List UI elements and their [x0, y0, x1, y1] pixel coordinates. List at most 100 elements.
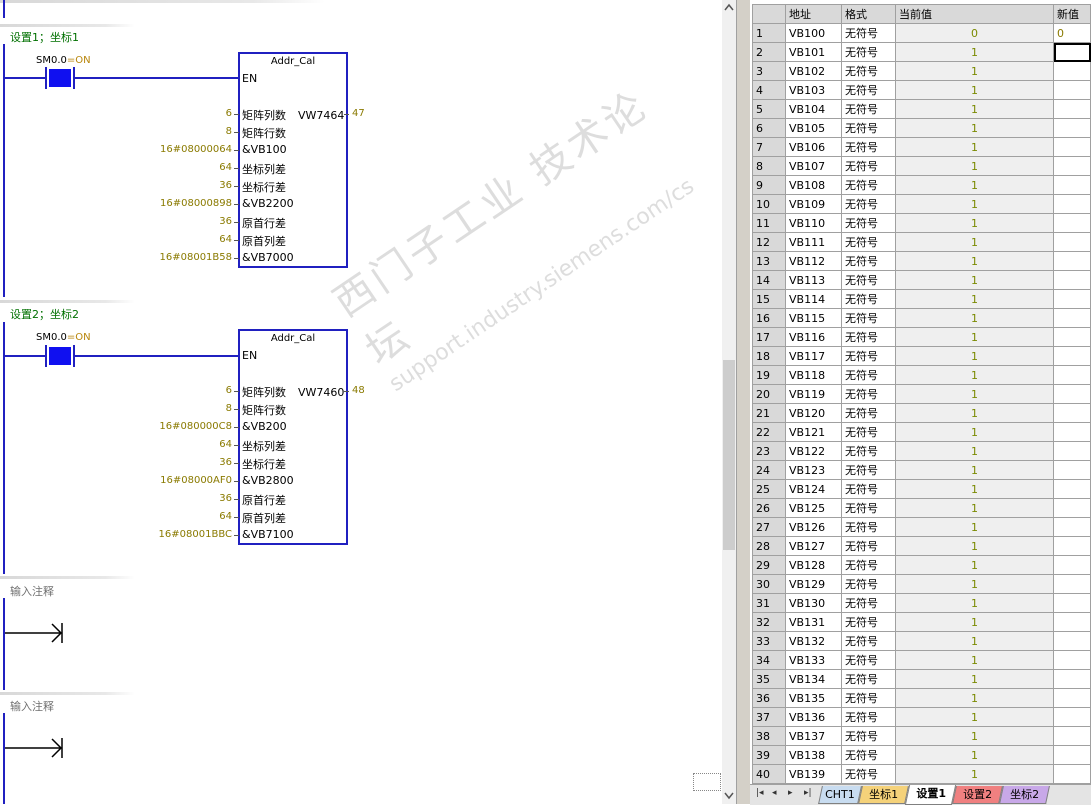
row-number[interactable]: 3 — [752, 61, 786, 81]
row-number[interactable]: 6 — [752, 118, 786, 138]
row-number[interactable]: 20 — [752, 384, 786, 404]
row-number[interactable]: 36 — [752, 688, 786, 708]
row-number[interactable]: 28 — [752, 536, 786, 556]
address-cell[interactable]: VB128 — [785, 555, 842, 575]
table-row[interactable]: 26 VB125 无符号 1 — [752, 498, 1091, 518]
chart-tab-bar[interactable]: |◂ ◂ ▸ ▸| CHT1 坐标1 设置1 设置2 坐标2 — [750, 784, 1091, 805]
row-number[interactable]: 14 — [752, 270, 786, 290]
row-number[interactable]: 21 — [752, 403, 786, 423]
column-header[interactable]: 格式 — [841, 4, 896, 24]
address-cell[interactable]: VB131 — [785, 612, 842, 632]
table-row[interactable]: 8 VB107 无符号 1 — [752, 156, 1091, 176]
format-cell[interactable]: 无符号 — [841, 460, 896, 480]
format-cell[interactable]: 无符号 — [841, 251, 896, 271]
table-row[interactable]: 29 VB128 无符号 1 — [752, 555, 1091, 575]
address-cell[interactable]: VB108 — [785, 175, 842, 195]
address-cell[interactable]: VB132 — [785, 631, 842, 651]
new-value-cell[interactable] — [1053, 213, 1091, 233]
new-value-cell[interactable] — [1053, 669, 1091, 689]
format-cell[interactable]: 无符号 — [841, 289, 896, 309]
new-value-cell[interactable] — [1053, 156, 1091, 176]
address-cell[interactable]: VB121 — [785, 422, 842, 442]
address-cell[interactable]: VB126 — [785, 517, 842, 537]
row-number[interactable]: 9 — [752, 175, 786, 195]
tab-3[interactable]: 设置1 — [904, 785, 957, 805]
table-row[interactable]: 37 VB136 无符号 1 — [752, 707, 1091, 727]
table-row[interactable]: 9 VB108 无符号 1 — [752, 175, 1091, 195]
current-value-cell[interactable]: 1 — [895, 555, 1054, 575]
contact-2-label[interactable]: SM0.0=ON — [36, 332, 91, 343]
current-value-cell[interactable]: 1 — [895, 650, 1054, 670]
network-1-title[interactable]: 设置1；坐标1 — [10, 29, 79, 45]
table-row[interactable]: 22 VB121 无符号 1 — [752, 422, 1091, 442]
address-cell[interactable]: VB127 — [785, 536, 842, 556]
new-value-cell[interactable] — [1053, 517, 1091, 537]
table-row[interactable]: 15 VB114 无符号 1 — [752, 289, 1091, 309]
address-cell[interactable]: VB133 — [785, 650, 842, 670]
format-cell[interactable]: 无符号 — [841, 99, 896, 119]
current-value-cell[interactable]: 1 — [895, 422, 1054, 442]
format-cell[interactable]: 无符号 — [841, 441, 896, 461]
table-row[interactable]: 18 VB117 无符号 1 — [752, 346, 1091, 366]
table-row[interactable]: 10 VB109 无符号 1 — [752, 194, 1091, 214]
table-row[interactable]: 35 VB134 无符号 1 — [752, 669, 1091, 689]
address-cell[interactable]: VB137 — [785, 726, 842, 746]
current-value-cell[interactable]: 1 — [895, 118, 1054, 138]
row-number[interactable]: 12 — [752, 232, 786, 252]
address-cell[interactable]: VB100 — [785, 23, 842, 43]
address-cell[interactable]: VB111 — [785, 232, 842, 252]
address-cell[interactable]: VB102 — [785, 61, 842, 81]
parameter-value[interactable]: 8 — [226, 126, 232, 137]
row-number[interactable]: 2 — [752, 42, 786, 62]
table-row[interactable]: 33 VB132 无符号 1 — [752, 631, 1091, 651]
current-value-cell[interactable]: 1 — [895, 384, 1054, 404]
format-cell[interactable]: 无符号 — [841, 498, 896, 518]
current-value-cell[interactable]: 1 — [895, 99, 1054, 119]
table-row[interactable]: 13 VB112 无符号 1 — [752, 251, 1091, 271]
address-cell[interactable]: VB112 — [785, 251, 842, 271]
row-number[interactable]: 13 — [752, 251, 786, 271]
format-cell[interactable]: 无符号 — [841, 517, 896, 537]
format-cell[interactable]: 无符号 — [841, 213, 896, 233]
tab-2[interactable]: 坐标1 — [858, 786, 909, 804]
table-row[interactable]: 7 VB106 无符号 1 — [752, 137, 1091, 157]
address-cell[interactable]: VB107 — [785, 156, 842, 176]
parameter-value[interactable]: 16#08000AF0 — [160, 475, 232, 486]
current-value-cell[interactable]: 1 — [895, 745, 1054, 765]
table-row[interactable]: 28 VB127 无符号 1 — [752, 536, 1091, 556]
address-cell[interactable]: VB116 — [785, 327, 842, 347]
row-number[interactable]: 40 — [752, 764, 786, 784]
row-number[interactable]: 24 — [752, 460, 786, 480]
format-cell[interactable]: 无符号 — [841, 308, 896, 328]
row-number[interactable]: 26 — [752, 498, 786, 518]
current-value-cell[interactable]: 1 — [895, 80, 1054, 100]
table-row[interactable]: 34 VB133 无符号 1 — [752, 650, 1091, 670]
column-header[interactable] — [752, 4, 786, 24]
address-cell[interactable]: VB101 — [785, 42, 842, 62]
new-value-cell[interactable] — [1053, 498, 1091, 518]
row-number[interactable]: 37 — [752, 707, 786, 727]
new-value-cell[interactable] — [1053, 175, 1091, 195]
row-number[interactable]: 25 — [752, 479, 786, 499]
network-3-comment[interactable]: 输入注释 — [10, 583, 54, 599]
current-value-cell[interactable]: 1 — [895, 194, 1054, 214]
address-cell[interactable]: VB139 — [785, 764, 842, 784]
new-value-cell[interactable] — [1053, 365, 1091, 385]
row-number[interactable]: 23 — [752, 441, 786, 461]
table-row[interactable]: 20 VB119 无符号 1 — [752, 384, 1091, 404]
table-row[interactable]: 12 VB111 无符号 1 — [752, 232, 1091, 252]
pane-splitter[interactable] — [736, 0, 751, 804]
row-number[interactable]: 16 — [752, 308, 786, 328]
format-cell[interactable]: 无符号 — [841, 156, 896, 176]
tab-5[interactable]: 坐标2 — [999, 786, 1050, 804]
new-value-cell[interactable] — [1053, 479, 1091, 499]
table-row[interactable]: 24 VB123 无符号 1 — [752, 460, 1091, 480]
empty-rung-arrow-icon[interactable] — [5, 737, 65, 759]
address-cell[interactable]: VB125 — [785, 498, 842, 518]
table-row[interactable]: 14 VB113 无符号 1 — [752, 270, 1091, 290]
next-tab-icon[interactable]: ▸ — [788, 788, 793, 798]
row-number[interactable]: 19 — [752, 365, 786, 385]
table-row[interactable]: 2 VB101 无符号 1 — [752, 42, 1091, 62]
current-value-cell[interactable]: 1 — [895, 688, 1054, 708]
first-tab-icon[interactable]: |◂ — [756, 788, 764, 798]
